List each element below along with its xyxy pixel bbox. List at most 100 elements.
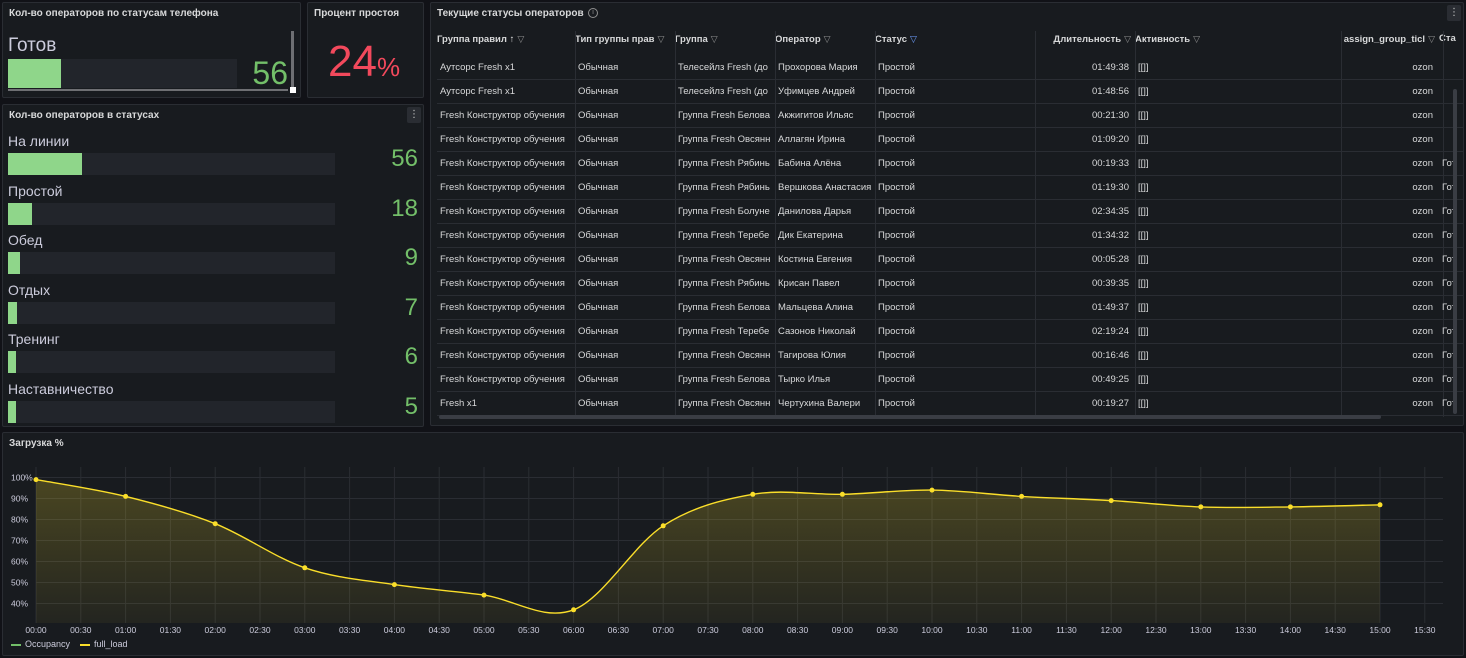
table-row[interactable]: Fresh x1 Обычная Группа Fresh Овсянн Чертух… — [437, 392, 1463, 416]
header-col-group[interactable]: Группа ▽ — [675, 31, 775, 51]
table-cell-sta: Гот — [1442, 254, 1456, 265]
filter-icon[interactable]: ▽ — [1193, 31, 1200, 47]
table-cell-operator: Вершкова Анастасия — [778, 182, 872, 193]
table-row[interactable]: Аутсорс Fresh x1 Обычная Телесейлз Fresh (… — [437, 80, 1463, 104]
table-row[interactable]: Fresh Конструктор обучения Обычная Группа … — [437, 248, 1463, 272]
status-row-track — [8, 301, 335, 324]
panel-title: Процент простоя — [314, 8, 400, 19]
table-cell-rule-group: Fresh Конструктор обучения — [440, 374, 565, 385]
x-tick-label: 15:30 — [1414, 625, 1436, 635]
info-icon[interactable]: i — [588, 8, 598, 18]
table-row[interactable]: Fresh Конструктор обучения Обычная Группа … — [437, 128, 1463, 152]
legend-swatch — [80, 643, 91, 646]
table-row[interactable]: Fresh Конструктор обучения Обычная Группа … — [437, 200, 1463, 224]
table-cell-group-type: Обычная — [578, 350, 619, 361]
y-tick-label: 100% — [11, 473, 33, 483]
filter-icon[interactable]: ▽ — [1124, 31, 1131, 47]
table-row[interactable]: Аутсорс Fresh x1 Обычная Телесейлз Fresh (… — [437, 56, 1463, 80]
table-cell-operator: Тырко Илья — [778, 374, 831, 385]
header-col-status[interactable]: Статус ▽ — [875, 31, 975, 51]
table-cell-sta: Гот — [1442, 302, 1456, 313]
table-cell-rule-group: Fresh Конструктор обучения — [440, 350, 565, 361]
table-cell-operator: Мальцева Алина — [778, 302, 853, 313]
header-col-activity[interactable]: Активность ▽ — [1135, 31, 1337, 51]
table-cell-activity: [[]] — [1138, 302, 1149, 313]
x-tick-label: 14:30 — [1325, 625, 1347, 635]
header-col-group-type[interactable]: Тип группы прав ▽ — [575, 31, 675, 51]
table-cell-sta: Гот — [1442, 182, 1456, 193]
table-cell-group-type: Обычная — [578, 158, 619, 169]
header-col-assign-group[interactable]: assign_group_ticl ▽ — [1337, 31, 1439, 51]
x-tick-label: 06:00 — [563, 625, 585, 635]
table-row[interactable]: Fresh Конструктор обучения Обычная Группа … — [437, 104, 1463, 128]
status-row-value: 6 — [404, 343, 418, 370]
data-point — [571, 607, 577, 613]
status-row-fill — [8, 400, 16, 423]
table-row[interactable]: Fresh Конструктор обучения Обычная Группа … — [437, 320, 1463, 344]
table-row[interactable]: Fresh Конструктор обучения Обычная Группа … — [437, 152, 1463, 176]
data-point — [929, 487, 935, 493]
resize-handle[interactable] — [290, 87, 296, 93]
table-cell-operator: Дик Екатерина — [778, 230, 843, 241]
header-col-operator[interactable]: Оператор ▽ — [775, 31, 875, 51]
status-row-value: 18 — [391, 194, 418, 222]
x-tick-label: 06:30 — [608, 625, 630, 635]
panel-menu-button[interactable]: ⋮ — [407, 107, 421, 123]
filter-icon[interactable]: ▽ — [1428, 31, 1435, 47]
table-cell-sta: Гот — [1442, 350, 1456, 361]
filter-icon[interactable]: ▽ — [824, 31, 831, 47]
status-row-fill — [8, 351, 16, 373]
table-cell-sta — [1439, 80, 1463, 104]
y-tick-label: 40% — [11, 599, 28, 609]
table-row[interactable]: Fresh Конструктор обучения Обычная Группа … — [437, 272, 1463, 296]
x-tick-label: 07:30 — [697, 625, 719, 635]
table-cell-status: Простой — [878, 206, 915, 217]
table-cell-duration: 01:34:32 — [1092, 230, 1129, 241]
table-row[interactable]: Fresh Конструктор обучения Обычная Группа … — [437, 176, 1463, 200]
status-row: Тренинг 6 — [8, 331, 418, 381]
filter-icon[interactable]: ▽ — [910, 31, 917, 47]
table-cell-activity: [[]] — [1138, 326, 1149, 337]
scrollbar[interactable] — [291, 31, 294, 89]
table-cell-assign-group: ozon — [1412, 398, 1433, 409]
table-row[interactable]: Fresh Конструктор обучения Обычная Группа … — [437, 344, 1463, 368]
legend-item[interactable]: Occupancy — [11, 639, 70, 649]
idle-value-number: 24 — [328, 37, 377, 86]
table-cell-assign-group: ozon — [1412, 230, 1433, 241]
table-cell-status: Простой — [878, 110, 915, 121]
table-cell-group: Группа Fresh Теребе — [678, 326, 770, 337]
table-row[interactable]: Fresh Конструктор обучения Обычная Группа … — [437, 224, 1463, 248]
table-cell-rule-group: Аутсорс Fresh x1 — [440, 62, 515, 73]
status-label: Готов — [8, 35, 57, 56]
sort-arrow-icon[interactable]: ↑ — [507, 34, 515, 45]
status-row-track — [8, 400, 335, 423]
table-row[interactable]: Fresh Конструктор обучения Обычная Группа … — [437, 368, 1463, 392]
table-cell-rule-group: Fresh Конструктор обучения — [440, 110, 565, 121]
table-cell-duration: 01:19:30 — [1092, 182, 1129, 193]
panel-title: Кол-во операторов по статусам телефона — [9, 8, 219, 19]
table-cell-operator: Акжигитов Ильяс — [778, 110, 854, 121]
chart-legend: Occupancy full_load — [11, 639, 128, 649]
table-cell-group: Группа Fresh Белова — [678, 374, 771, 385]
bar-gauge-fill — [8, 59, 61, 88]
header-label: Длительность — [1053, 34, 1122, 45]
filter-icon[interactable]: ▽ — [711, 31, 718, 47]
table-cell-group: Группа Fresh Рябинь — [678, 158, 770, 169]
table-row[interactable]: Fresh Конструктор обучения Обычная Группа … — [437, 296, 1463, 320]
status-row-label: Тренинг — [8, 331, 60, 347]
vertical-scrollbar[interactable] — [1453, 89, 1457, 414]
x-tick-label: 13:30 — [1235, 625, 1257, 635]
x-tick-label: 01:00 — [115, 625, 137, 635]
header-col-rule-group[interactable]: Группа правил ↑ ▽ — [437, 31, 575, 51]
y-tick-label: 90% — [11, 494, 28, 504]
legend-item[interactable]: full_load — [80, 639, 128, 649]
idle-percent-value: 24% — [328, 37, 400, 87]
horizontal-scrollbar[interactable] — [439, 415, 1381, 419]
panel-menu-button[interactable]: ⋮ — [1447, 5, 1461, 21]
filter-icon[interactable]: ▽ — [517, 31, 524, 47]
table-cell-assign-group: ozon — [1412, 86, 1433, 97]
status-row-label: Отдых — [8, 281, 51, 298]
header-col-duration[interactable]: Длительность ▽ — [1037, 31, 1135, 51]
status-row-fill — [8, 252, 20, 274]
filter-icon[interactable]: ▽ — [657, 31, 664, 47]
